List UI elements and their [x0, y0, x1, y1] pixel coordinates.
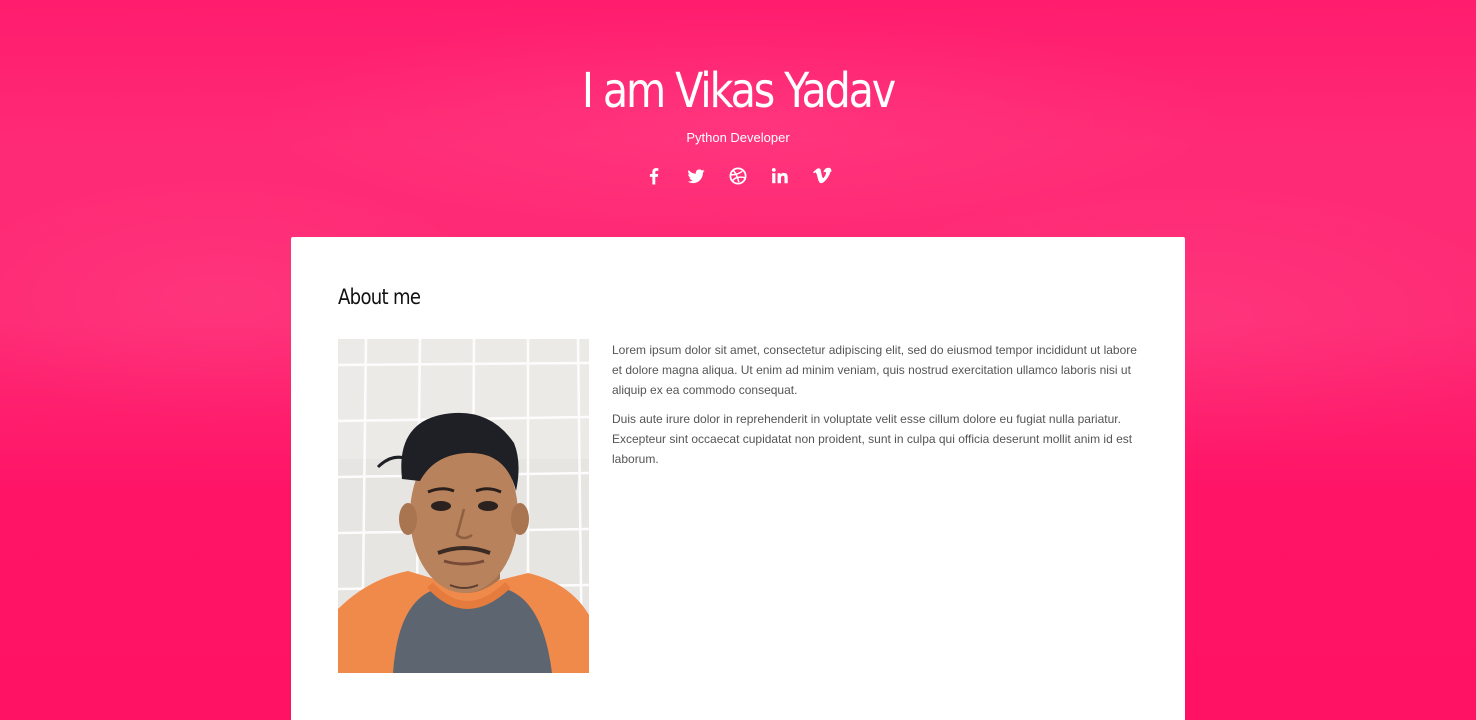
- hero-header: I am Vikas Yadav Python Developer: [0, 0, 1476, 237]
- profile-photo: [338, 339, 589, 673]
- facebook-icon: [649, 168, 659, 185]
- about-card: About me Lorem ipsum dolor sit amet, con…: [291, 237, 1185, 720]
- about-text: Lorem ipsum dolor sit amet, consectetur …: [612, 340, 1142, 478]
- twitter-link[interactable]: [685, 165, 707, 187]
- vimeo-icon: [813, 167, 832, 184]
- vimeo-link[interactable]: [811, 165, 833, 187]
- linkedin-link[interactable]: [769, 165, 791, 187]
- page-title: I am Vikas Yadav: [581, 63, 896, 119]
- twitter-icon: [687, 169, 705, 184]
- dribbble-icon: [729, 167, 747, 185]
- about-paragraph: Duis aute irure dolor in reprehenderit i…: [612, 412, 1133, 466]
- facebook-link[interactable]: [643, 165, 665, 187]
- dribbble-link[interactable]: [727, 165, 749, 187]
- linkedin-icon: [771, 168, 788, 184]
- about-title: About me: [338, 285, 421, 309]
- social-links: [0, 165, 1476, 187]
- page-subtitle: Python Developer: [686, 130, 790, 145]
- about-paragraph: Lorem ipsum dolor sit amet, consectetur …: [612, 343, 1137, 397]
